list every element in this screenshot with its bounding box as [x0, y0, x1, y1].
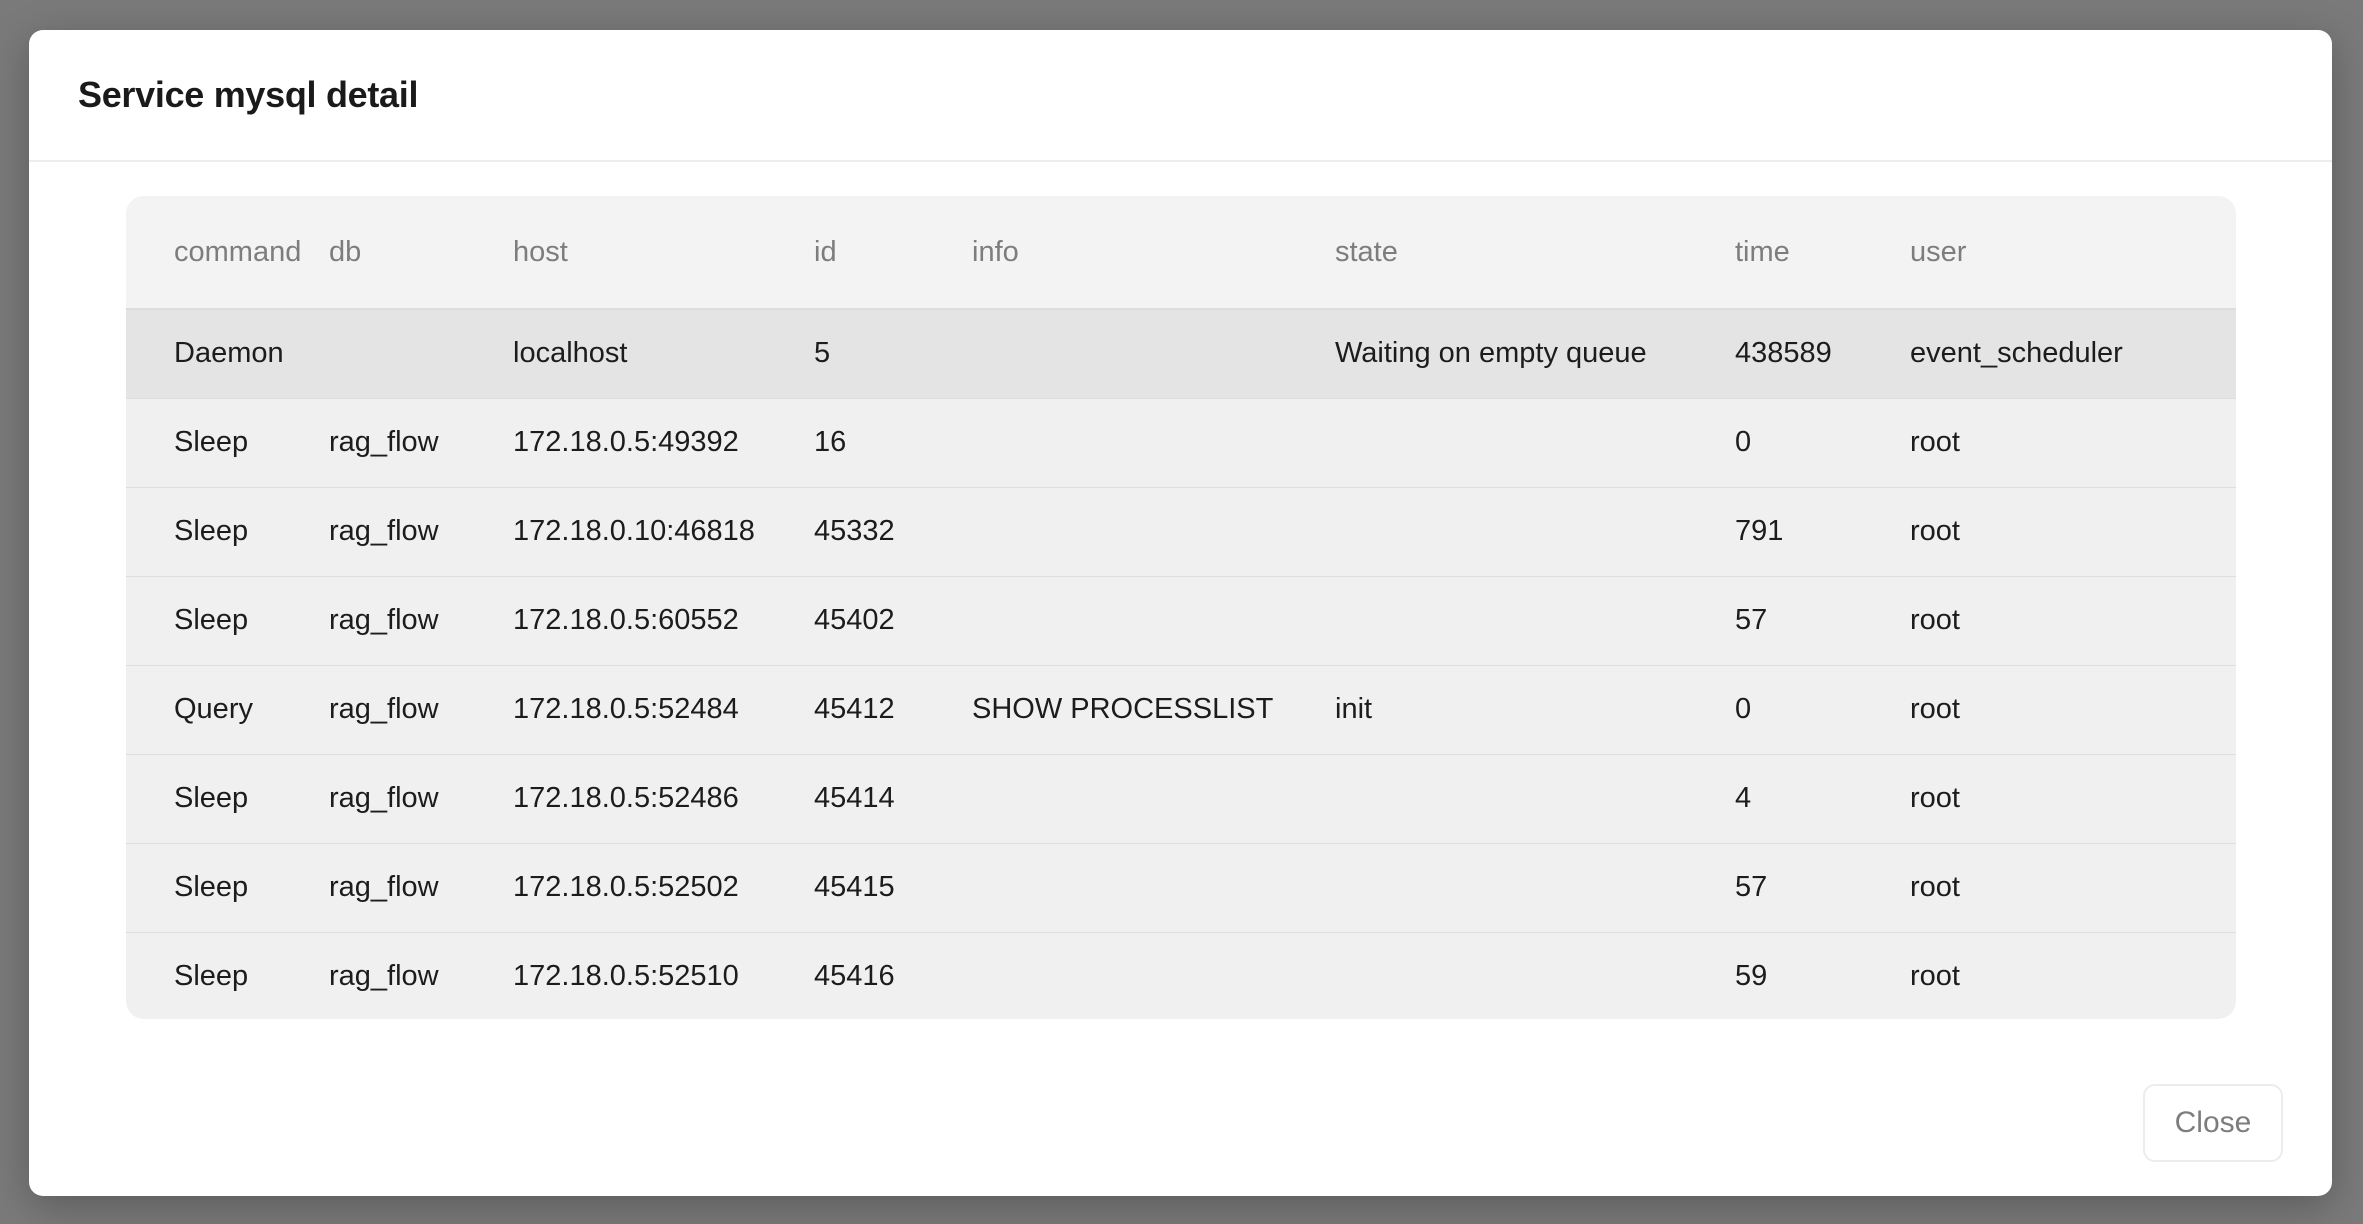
cell-state [1335, 843, 1735, 932]
cell-state: init [1335, 693, 1373, 725]
cell-command: Daemon [174, 337, 284, 370]
process-table-container: command db host id info state time user … [126, 196, 2236, 1019]
cell-user: root [1910, 604, 1960, 636]
cell-user: event_scheduler [1910, 337, 2123, 370]
column-header-db: db [329, 196, 513, 310]
cell-info: SHOW PROCESSLIST [972, 693, 1274, 725]
cell-info [972, 843, 1335, 932]
cell-host: 172.18.0.10:46818 [513, 515, 755, 547]
column-header-state: state [1335, 196, 1735, 310]
dialog-header: Service mysql detail [29, 30, 2332, 162]
column-header-id: id [814, 196, 972, 310]
cell-time: 57 [1735, 604, 1768, 636]
cell-db: rag_flow [329, 604, 439, 636]
cell-command: Query [174, 693, 253, 725]
column-header-user: user [1910, 196, 2236, 310]
cell-info [972, 487, 1335, 576]
cell-host: 172.18.0.5:52510 [513, 960, 739, 993]
cell-command: Sleep [174, 960, 249, 993]
cell-id: 45416 [814, 960, 895, 993]
cell-id: 5 [814, 337, 831, 370]
cell-time: 59 [1735, 960, 1768, 993]
table-row[interactable]: Daemon localhost 5 Waiting on empty queu… [126, 309, 2236, 398]
cell-state [1335, 487, 1735, 576]
column-header-time: time [1735, 196, 1910, 310]
cell-id: 45415 [814, 871, 895, 903]
cell-id: 45332 [814, 515, 895, 547]
cell-info [972, 576, 1335, 665]
column-header-info: info [972, 196, 1335, 310]
close-button[interactable]: Close [2143, 1084, 2283, 1162]
cell-db: rag_flow [329, 960, 439, 993]
cell-user: root [1910, 960, 1960, 993]
cell-user: root [1910, 782, 1960, 814]
cell-db: rag_flow [329, 871, 439, 903]
cell-id: 45414 [814, 782, 895, 814]
table-row[interactable]: Sleep rag_flow 172.18.0.5:52486 45414 4 … [126, 754, 2236, 843]
cell-id: 45412 [814, 693, 895, 725]
cell-db [329, 309, 513, 398]
cell-time: 57 [1735, 871, 1768, 903]
dialog-title: Service mysql detail [78, 74, 419, 115]
table-row[interactable]: Sleep rag_flow 172.18.0.10:46818 45332 7… [126, 487, 2236, 576]
cell-user: root [1910, 871, 1960, 903]
cell-state: Waiting on empty queue [1335, 337, 1647, 370]
cell-host: localhost [513, 337, 628, 370]
table-header-row: command db host id info state time user [126, 196, 2236, 310]
cell-host: 172.18.0.5:52484 [513, 693, 739, 725]
cell-command: Sleep [174, 871, 249, 903]
cell-host: 172.18.0.5:49392 [513, 426, 739, 458]
table-row[interactable]: Sleep rag_flow 172.18.0.5:49392 16 0 roo… [126, 398, 2236, 487]
column-header-command: command [126, 196, 329, 310]
table-row[interactable]: Query rag_flow 172.18.0.5:52484 45412 SH… [126, 665, 2236, 754]
cell-info [972, 398, 1335, 487]
cell-host: 172.18.0.5:60552 [513, 604, 739, 636]
cell-user: root [1910, 515, 1960, 547]
cell-user: root [1910, 426, 1960, 458]
cell-state [1335, 398, 1735, 487]
cell-time: 0 [1735, 426, 1752, 458]
cell-id: 16 [814, 426, 847, 458]
cell-command: Sleep [174, 782, 249, 814]
table-row[interactable]: Sleep rag_flow 172.18.0.5:60552 45402 57… [126, 576, 2236, 665]
cell-db: rag_flow [329, 693, 439, 725]
cell-time: 4 [1735, 782, 1752, 814]
cell-db: rag_flow [329, 515, 439, 547]
column-header-host: host [513, 196, 814, 310]
cell-user: root [1910, 693, 1960, 725]
cell-state [1335, 576, 1735, 665]
cell-time: 438589 [1735, 337, 1832, 370]
cell-time: 0 [1735, 693, 1752, 725]
cell-host: 172.18.0.5:52502 [513, 871, 739, 903]
cell-command: Sleep [174, 515, 249, 547]
cell-time: 791 [1735, 515, 1784, 547]
cell-host: 172.18.0.5:52486 [513, 782, 739, 814]
cell-state [1335, 754, 1735, 843]
cell-info [972, 932, 1335, 1019]
cell-info [972, 309, 1335, 398]
table-row[interactable]: Sleep rag_flow 172.18.0.5:52510 45416 59… [126, 932, 2236, 1019]
table-row[interactable]: Sleep rag_flow 172.18.0.5:52502 45415 57… [126, 843, 2236, 932]
cell-db: rag_flow [329, 426, 439, 458]
service-detail-dialog: Service mysql detail command db host id [29, 30, 2332, 1196]
cell-id: 45402 [814, 604, 895, 636]
cell-command: Sleep [174, 426, 249, 458]
cell-info [972, 754, 1335, 843]
cell-state [1335, 932, 1735, 1019]
process-table: command db host id info state time user … [126, 196, 2236, 1019]
cell-db: rag_flow [329, 782, 439, 814]
cell-command: Sleep [174, 604, 249, 636]
